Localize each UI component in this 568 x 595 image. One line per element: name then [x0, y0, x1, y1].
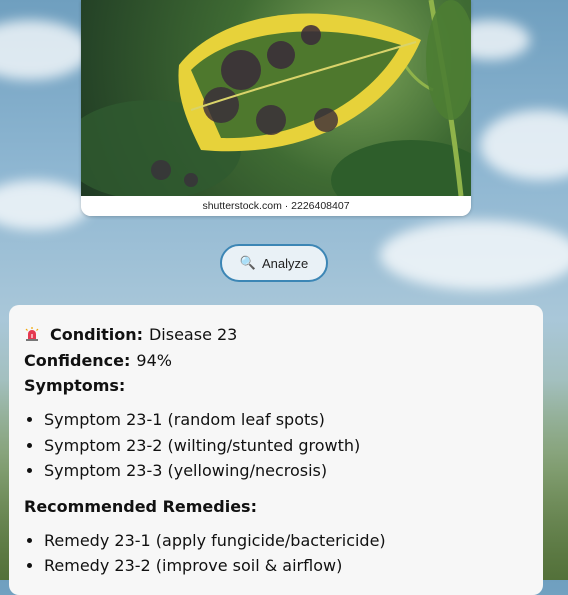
confidence-row: Confidence: 94% [24, 347, 528, 373]
symptoms-heading: Symptoms: [24, 376, 126, 395]
siren-icon [25, 327, 39, 341]
condition-row: Condition: Disease 23 [24, 321, 528, 347]
condition-label: Condition: [50, 324, 143, 344]
magnifier-icon: 🔍 [239, 255, 256, 270]
confidence-label: Confidence: [24, 350, 131, 370]
condition-value: Disease 23 [148, 324, 238, 344]
symptom-item: Symptom 23-2 (wilting/stunted growth) [44, 433, 528, 459]
remedy-item: Remedy 23-2 (improve soil & airflow) [44, 553, 528, 579]
symptom-item: Symptom 23-1 (random leaf spots) [44, 407, 528, 433]
analyze-button-label: Analyze [261, 255, 309, 271]
leaf-photo [81, 0, 471, 216]
diseased-leaf-illustration [81, 0, 471, 216]
symptoms-list: Symptom 23-1 (random leaf spots) Symptom… [24, 407, 528, 484]
analyze-button[interactable]: 🔍 Analyze [220, 244, 328, 282]
image-credit: shutterstock.com · 2226408407 [81, 196, 471, 216]
remedy-item: Remedy 23-1 (apply fungicide/bactericide… [44, 528, 528, 554]
confidence-value: 94% [136, 350, 172, 370]
result-card: Condition: Disease 23 Confidence: 94% Sy… [9, 305, 543, 595]
remedies-list: Remedy 23-1 (apply fungicide/bactericide… [24, 528, 528, 579]
remedies-heading: Recommended Remedies: [24, 496, 257, 516]
leaf-image-card: shutterstock.com · 2226408407 [81, 0, 471, 216]
symptom-item: Symptom 23-3 (yellowing/necrosis) [44, 458, 528, 484]
